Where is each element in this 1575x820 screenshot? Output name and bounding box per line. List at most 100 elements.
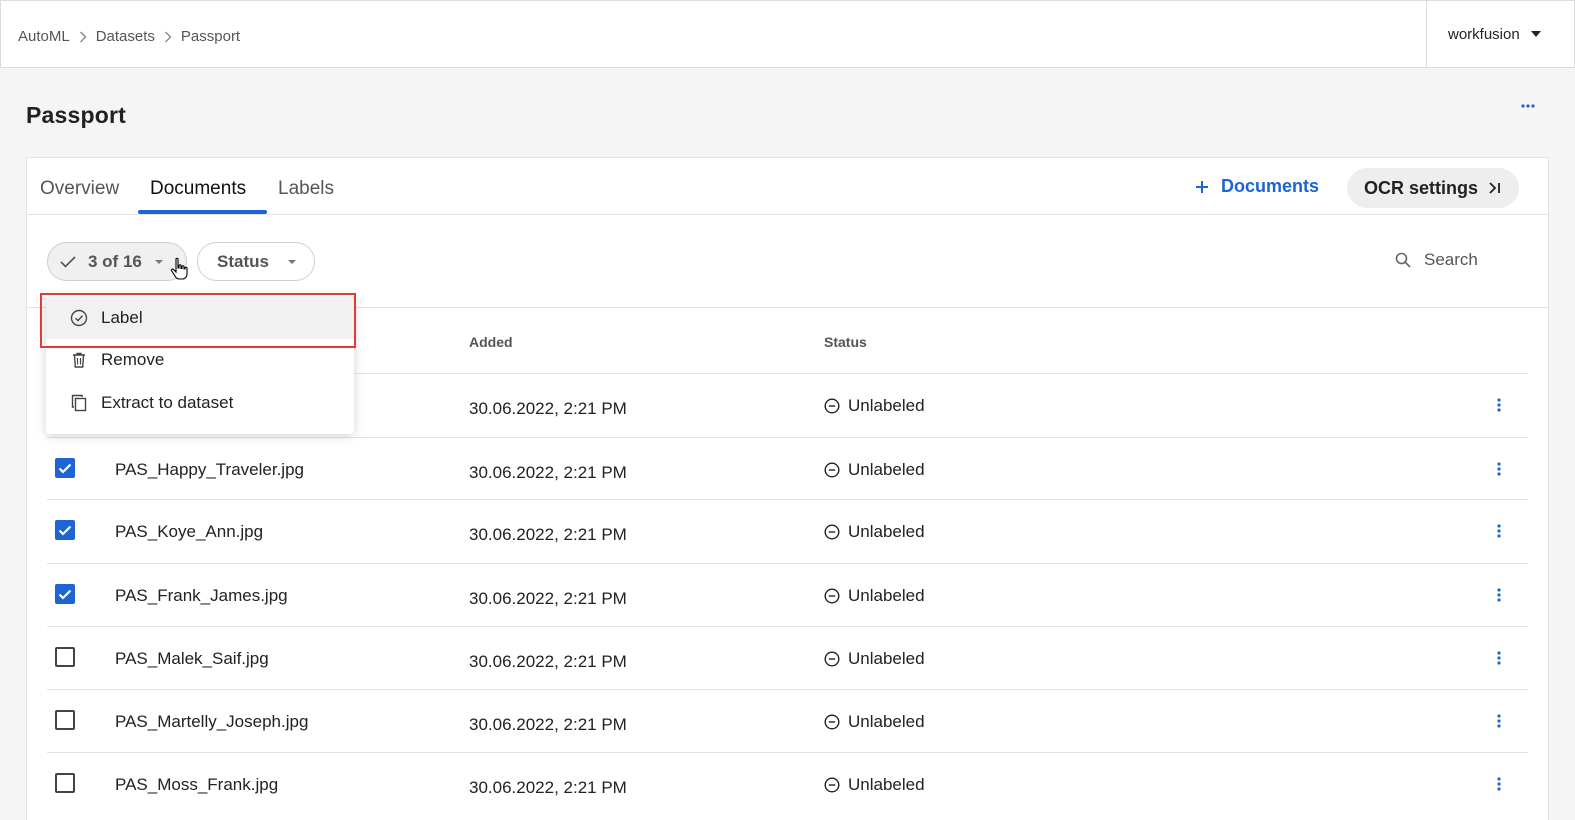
- menu-item-extract-text: Extract to dataset: [101, 393, 234, 412]
- document-status: Unlabeled: [824, 460, 925, 480]
- row-checkbox[interactable]: [55, 584, 75, 604]
- search-icon: [1395, 252, 1411, 268]
- chevron-right-icon: [164, 31, 172, 43]
- minus-circle-icon: [824, 398, 840, 414]
- status-text: Unlabeled: [848, 460, 925, 479]
- breadcrumb-datasets[interactable]: Datasets: [96, 28, 155, 45]
- add-documents-button[interactable]: Documents: [1195, 176, 1319, 197]
- selection-dropdown[interactable]: 3 of 16: [47, 242, 187, 281]
- more-vertical-icon[interactable]: [1497, 462, 1501, 476]
- status-text: Unlabeled: [848, 649, 925, 668]
- status-filter-label: Status: [217, 251, 269, 271]
- status-text: Unlabeled: [848, 775, 925, 794]
- panel-expand-icon: [1488, 182, 1502, 194]
- document-name[interactable]: PAS_Martelly_Joseph.jpg: [115, 712, 308, 732]
- caret-down-icon: [154, 259, 164, 265]
- active-tab-indicator: [138, 210, 267, 214]
- table-row[interactable]: PAS_Happy_Traveler.jpg 30.06.2022, 2:21 P…: [47, 437, 1528, 500]
- document-added: 30.06.2022, 2:21 PM: [469, 525, 627, 544]
- minus-circle-icon: [824, 777, 840, 793]
- column-header-status[interactable]: Status: [824, 334, 867, 350]
- document-added: 30.06.2022, 2:21 PM: [469, 652, 627, 671]
- add-documents-label: Documents: [1221, 176, 1320, 196]
- check-circle-icon: [68, 309, 90, 327]
- minus-circle-icon: [824, 651, 840, 667]
- ocr-settings-button[interactable]: OCR settings: [1347, 168, 1519, 208]
- more-horizontal-icon[interactable]: [1521, 104, 1535, 108]
- minus-circle-icon: [824, 714, 840, 730]
- more-vertical-icon[interactable]: [1497, 398, 1501, 412]
- minus-circle-icon: [824, 462, 840, 478]
- status-text: Unlabeled: [848, 396, 925, 415]
- status-text: Unlabeled: [848, 712, 925, 731]
- tab-labels[interactable]: Labels: [278, 178, 334, 200]
- document-status: Unlabeled: [824, 712, 925, 732]
- more-vertical-icon[interactable]: [1497, 714, 1501, 728]
- user-name: workfusion: [1448, 25, 1520, 43]
- ocr-settings-label: OCR settings: [1363, 177, 1478, 198]
- document-added: 30.06.2022, 2:21 PM: [469, 715, 627, 734]
- check-icon: [60, 255, 76, 268]
- more-vertical-icon[interactable]: [1497, 524, 1501, 538]
- search-placeholder: Search: [1424, 250, 1478, 269]
- document-status: Unlabeled: [824, 396, 925, 416]
- more-vertical-icon[interactable]: [1497, 651, 1501, 665]
- status-text: Unlabeled: [848, 586, 925, 605]
- menu-item-extract-to-dataset[interactable]: Extract to dataset: [46, 382, 354, 424]
- document-name[interactable]: PAS_Koye_Ann.jpg: [115, 522, 263, 542]
- top-bar: AutoML Datasets Passport workfusion: [0, 0, 1575, 68]
- document-name[interactable]: PAS_Happy_Traveler.jpg: [115, 460, 304, 480]
- selection-count: 3 of 16: [88, 251, 142, 271]
- breadcrumb-passport: Passport: [180, 28, 241, 45]
- tab-overview[interactable]: Overview: [40, 178, 119, 200]
- caret-down-icon: [287, 259, 297, 265]
- menu-item-label-text: Label: [101, 308, 143, 327]
- minus-circle-icon: [824, 588, 840, 604]
- plus-icon: [1195, 180, 1209, 194]
- tab-documents[interactable]: Documents: [150, 178, 246, 200]
- tab-bar: Overview Documents Labels Documents OCR …: [27, 158, 1548, 215]
- selection-actions-menu: Label Remove Extract to dataset: [46, 294, 354, 434]
- document-added: 30.06.2022, 2:21 PM: [469, 463, 627, 482]
- documents-card: Overview Documents Labels Documents OCR …: [26, 157, 1549, 820]
- search-input[interactable]: Search: [1395, 250, 1478, 270]
- minus-circle-icon: [824, 524, 840, 540]
- table-row[interactable]: PAS_Martelly_Joseph.jpg 30.06.2022, 2:21 …: [47, 689, 1528, 752]
- user-menu[interactable]: workfusion: [1426, 1, 1575, 67]
- row-checkbox[interactable]: [55, 647, 75, 667]
- menu-item-remove[interactable]: Remove: [46, 339, 354, 381]
- table-row[interactable]: PAS_Koye_Ann.jpg 30.06.2022, 2:21 PM Unlab…: [47, 499, 1528, 562]
- table-row[interactable]: PAS_Frank_James.jpg 30.06.2022, 2:21 PM Un…: [47, 563, 1528, 626]
- document-name[interactable]: PAS_Malek_Saif.jpg: [115, 649, 269, 669]
- document-status: Unlabeled: [824, 522, 925, 542]
- document-status: Unlabeled: [824, 775, 925, 795]
- row-checkbox[interactable]: [55, 520, 75, 540]
- status-filter-dropdown[interactable]: Status: [197, 242, 315, 281]
- status-text: Unlabeled: [848, 522, 925, 541]
- page-title: Passport: [26, 102, 127, 128]
- breadcrumb-automl[interactable]: AutoML: [18, 28, 70, 45]
- trash-icon: [68, 352, 90, 368]
- document-added: 30.06.2022, 2:21 PM: [469, 778, 627, 797]
- column-header-added[interactable]: Added: [469, 334, 513, 350]
- document-added: 30.06.2022, 2:21 PM: [469, 589, 627, 608]
- row-checkbox[interactable]: [55, 710, 75, 730]
- row-checkbox[interactable]: [55, 458, 75, 478]
- table-row[interactable]: PAS_Malek_Saif.jpg 30.06.2022, 2:21 PM Unl…: [47, 626, 1528, 689]
- menu-item-remove-text: Remove: [101, 350, 165, 369]
- menu-item-label[interactable]: Label: [46, 297, 354, 339]
- breadcrumb: AutoML Datasets Passport: [18, 28, 240, 45]
- document-status: Unlabeled: [824, 649, 925, 669]
- copy-icon: [68, 394, 90, 412]
- caret-down-icon: [1530, 30, 1542, 38]
- document-added: 30.06.2022, 2:21 PM: [469, 399, 627, 418]
- document-name[interactable]: PAS_Moss_Frank.jpg: [115, 775, 278, 795]
- more-vertical-icon[interactable]: [1497, 777, 1501, 791]
- table-row[interactable]: PAS_Moss_Frank.jpg 30.06.2022, 2:21 PM Unl…: [47, 752, 1528, 815]
- hand-cursor-icon: [170, 257, 188, 281]
- chevron-right-icon: [79, 31, 87, 43]
- row-checkbox[interactable]: [55, 773, 75, 793]
- document-name[interactable]: PAS_Frank_James.jpg: [115, 586, 288, 606]
- document-status: Unlabeled: [824, 586, 925, 606]
- more-vertical-icon[interactable]: [1497, 588, 1501, 602]
